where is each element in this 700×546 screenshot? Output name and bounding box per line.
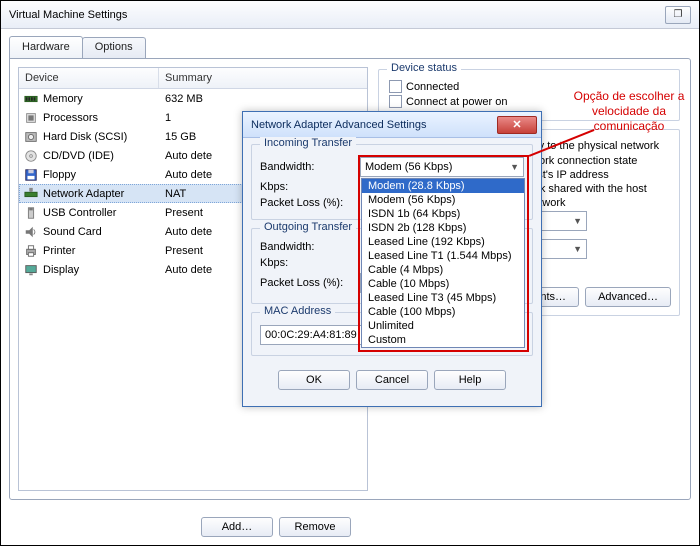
bandwidth-option[interactable]: Unlimited [362, 319, 524, 333]
packetloss-label: Packet Loss (%): [260, 277, 356, 289]
bandwidth-option[interactable]: Cable (4 Mbps) [362, 263, 524, 277]
tab-hardware[interactable]: Hardware [9, 36, 83, 58]
bandwidth-option[interactable]: Cable (10 Mbps) [362, 277, 524, 291]
prn-icon [23, 243, 39, 259]
window-title: Virtual Machine Settings [9, 1, 127, 29]
bandwidth-option[interactable]: Cable (100 Mbps) [362, 305, 524, 319]
device-name: Network Adapter [43, 188, 159, 200]
device-name: Display [43, 264, 159, 276]
usb-icon [23, 205, 39, 221]
advanced-button[interactable]: Advanced… [585, 287, 671, 307]
device-list-header: Device Summary [19, 68, 367, 89]
incoming-bandwidth-combo[interactable]: Modem (56 Kbps) ▼ [360, 157, 524, 177]
dialog-close-button[interactable]: ✕ [497, 116, 537, 134]
disp-icon [23, 262, 39, 278]
bandwidth-option[interactable]: ISDN 1b (64 Kbps) [362, 207, 524, 221]
bandwidth-option[interactable]: Leased Line (192 Kbps) [362, 235, 524, 249]
device-name: Memory [43, 93, 159, 105]
bandwidth-option[interactable]: Custom [362, 333, 524, 347]
col-summary[interactable]: Summary [159, 68, 367, 88]
bandwidth-dropdown-list[interactable]: Modem (28.8 Kbps)Modem (56 Kbps)ISDN 1b … [361, 178, 525, 348]
chevron-down-icon: ▼ [573, 216, 582, 226]
connected-checkbox[interactable]: Connected [389, 80, 669, 93]
device-name: USB Controller [43, 207, 159, 219]
tabbar: Hardware Options [9, 35, 691, 58]
kbps-label: Kbps: [260, 181, 356, 193]
device-row[interactable]: Memory632 MB [19, 89, 367, 108]
device-name: Hard Disk (SCSI) [43, 131, 159, 143]
bandwidth-option[interactable]: Leased Line T1 (1.544 Mbps) [362, 249, 524, 263]
col-device[interactable]: Device [19, 68, 159, 88]
bandwidth-option[interactable]: ISDN 2b (128 Kbps) [362, 221, 524, 235]
dialog-title: Network Adapter Advanced Settings [251, 119, 427, 131]
window-titlebar: Virtual Machine Settings ❐ [1, 1, 699, 29]
hardware-footer: Add… Remove [1, 517, 699, 537]
window-controls: ❐ [665, 6, 691, 24]
device-name: Printer [43, 245, 159, 257]
cpu-icon [23, 110, 39, 126]
checkbox-icon [389, 80, 402, 93]
device-name: Sound Card [43, 226, 159, 238]
help-button[interactable]: Help [434, 370, 506, 390]
cancel-button[interactable]: Cancel [356, 370, 428, 390]
bandwidth-label: Bandwidth: [260, 241, 356, 253]
floppy-icon [23, 167, 39, 183]
dialog-titlebar: Network Adapter Advanced Settings ✕ [243, 112, 541, 138]
window-maximize-button[interactable]: ❐ [665, 6, 691, 24]
chevron-down-icon: ▼ [510, 162, 519, 172]
net-icon [23, 186, 39, 202]
tab-options[interactable]: Options [82, 37, 146, 58]
chevron-down-icon: ▼ [573, 244, 582, 254]
snd-icon [23, 224, 39, 240]
mem-icon [23, 91, 39, 107]
bandwidth-label: Bandwidth: [260, 161, 356, 173]
checkbox-icon [389, 95, 402, 108]
device-name: Floppy [43, 169, 159, 181]
packetloss-label: Packet Loss (%): [260, 197, 356, 209]
device-name: CD/DVD (IDE) [43, 150, 159, 162]
device-name: Processors [43, 112, 159, 124]
bandwidth-option[interactable]: Leased Line T3 (45 Mbps) [362, 291, 524, 305]
add-device-button[interactable]: Add… [201, 517, 273, 537]
bandwidth-option[interactable]: Modem (56 Kbps) [362, 193, 524, 207]
remove-device-button[interactable]: Remove [279, 517, 351, 537]
cd-icon [23, 148, 39, 164]
hdd-icon [23, 129, 39, 145]
kbps-label: Kbps: [260, 257, 356, 269]
bandwidth-option[interactable]: Modem (28.8 Kbps) [362, 179, 524, 193]
device-summary: 632 MB [159, 93, 367, 105]
device-status-title: Device status [387, 62, 461, 74]
ok-button[interactable]: OK [278, 370, 350, 390]
connect-poweron-checkbox[interactable]: Connect at power on [389, 95, 669, 108]
